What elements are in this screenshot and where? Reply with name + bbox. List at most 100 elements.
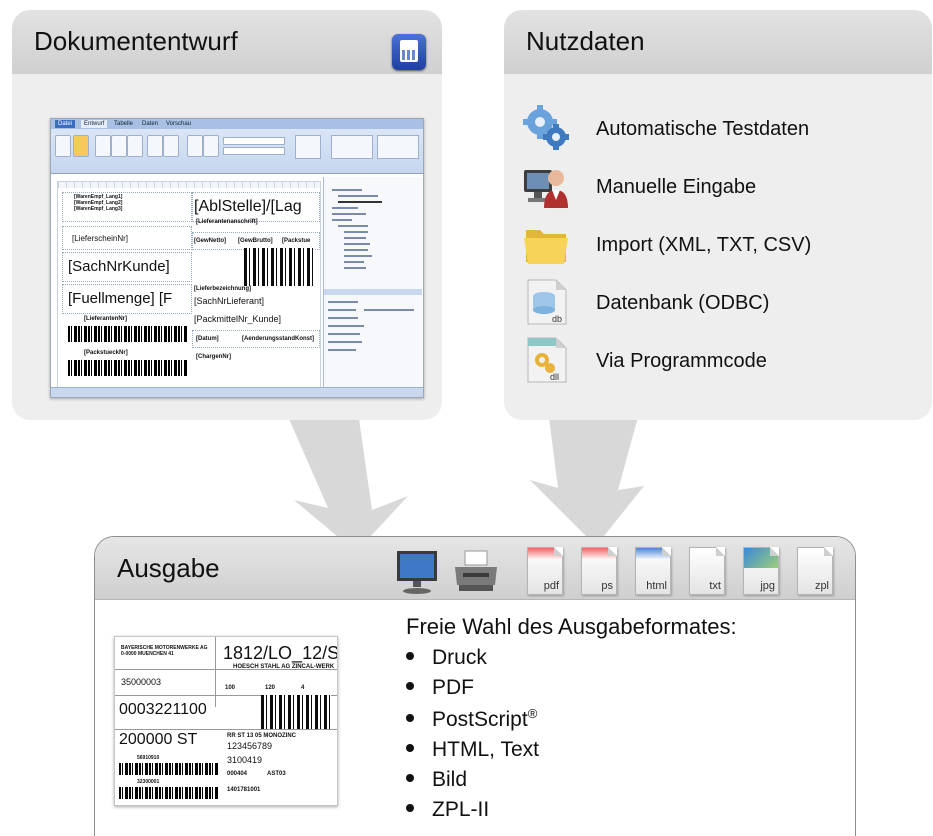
- field-packstue: [Packstue: [282, 238, 311, 244]
- field-waren-empf: [WarenEmpf_Lang1] [WarenEmpf_Lang2] [War…: [74, 194, 123, 212]
- field-packmittel: [PackmittelNr_Kunde]: [194, 314, 282, 324]
- data-item-label: Datenbank (ODBC): [596, 292, 770, 314]
- field-gew-brutto: [GewBrutto]: [238, 238, 273, 244]
- jpg-ext: jpg: [760, 580, 775, 592]
- arrow-doc-to-output: [286, 412, 408, 552]
- label-bc2: 32300001: [137, 779, 160, 785]
- txt-ext: txt: [709, 580, 721, 592]
- designer-tab-preview: Vorschau: [166, 121, 192, 127]
- label-preview: BAYERISCHE MOTORENWERKE AG 0-0000 MUENCH…: [114, 636, 338, 806]
- calculator-icon: [392, 34, 426, 70]
- field-abl-stelle: [AblStelle]/[Lag: [194, 198, 302, 215]
- field-fuellmenge: [Fuellmenge] [F: [68, 290, 173, 307]
- data-item-database: db Datenbank (ODBC): [522, 278, 922, 330]
- label-d1: 000404: [227, 771, 248, 777]
- field-gew-netto: [GewNetto]: [194, 238, 226, 244]
- zpl-ext: zpl: [814, 580, 829, 592]
- designer-status-bar: [51, 387, 423, 397]
- ps-file-icon: ps: [577, 547, 619, 597]
- designer-tab-data: Daten: [142, 121, 159, 127]
- field-aenderung: [AenderungsstandKonst]: [242, 336, 314, 342]
- field-datum: [Datum]: [196, 336, 219, 342]
- gears-icon: [523, 105, 569, 150]
- monitor-icon: [397, 551, 437, 594]
- user-computer-icon: [524, 170, 568, 208]
- field-lieferbezeichnung: [Lieferbezeichnung]: [194, 286, 252, 292]
- document-design-title: Dokumententwurf: [34, 26, 238, 56]
- document-design-panel: Dokumententwurf Datei Entwurf Tabelle Da…: [12, 10, 442, 420]
- field-packstueck-nr: [PackstueckNr]: [84, 350, 128, 356]
- user-data-title: Nutzdaten: [526, 26, 645, 56]
- data-item-program-code: dll Via Programmcode: [522, 336, 922, 388]
- data-item-label: Via Programmcode: [596, 350, 767, 372]
- label-sender: BAYERISCHE MOTORENWERKE AG 0-0000 MUENCH…: [121, 645, 208, 657]
- label-company: HOESCH STAHL AG ZINCAL-WERK: [233, 664, 335, 670]
- pdf-ext: pdf: [543, 580, 559, 592]
- jpg-file-icon: jpg: [739, 547, 781, 597]
- label-n4: 1401781001: [227, 787, 261, 793]
- label-d2: AST03: [267, 771, 286, 777]
- output-header: Ausgabe pdf ps html txt jpg zpl: [95, 537, 855, 600]
- format-item-image: Bild: [406, 768, 467, 792]
- ps-ext: ps: [601, 580, 613, 592]
- data-item-label: Automatische Testdaten: [596, 118, 810, 140]
- field-sachnr-kunde: [SachNrKunde]: [68, 258, 170, 275]
- field-sachnr-lieferant: [SachNrLieferant]: [194, 296, 265, 306]
- designer-tab-file: Datei: [55, 120, 76, 128]
- label-n3: 3100419: [227, 755, 263, 765]
- folder-icon: [524, 230, 568, 264]
- label-w2: 120: [265, 685, 276, 691]
- designer-tab-table: Tabelle: [114, 121, 134, 127]
- label-qty: 200000 ST: [119, 731, 198, 748]
- txt-file-icon: txt: [685, 547, 727, 597]
- field-lieferant-anschrift: [Lieferantenanschrift]: [196, 219, 258, 225]
- user-data-header: Nutzdaten: [504, 10, 932, 74]
- label-2d-barcode: [261, 695, 331, 729]
- designer-barcode-1: [68, 326, 188, 342]
- database-file-icon: db: [527, 279, 567, 325]
- designer-screenshot: Datei Entwurf Tabelle Daten Vorschau [Wa…: [50, 118, 424, 398]
- format-item-postscript: PostScript®: [406, 706, 537, 732]
- printer-icon: [455, 550, 497, 591]
- label-w1: 100: [225, 685, 236, 691]
- designer-side-pane: [323, 177, 422, 389]
- label-big-num: 0003221100: [119, 701, 207, 718]
- format-item-zpl: ZPL-II: [406, 798, 489, 822]
- data-item-import: Import (XML, TXT, CSV): [522, 220, 922, 272]
- label-code: 1812/LO_12/S: [223, 643, 338, 663]
- label-desc: RR ST 13 05 MONOZINC: [227, 733, 297, 739]
- dll-file-icon: dll: [527, 337, 567, 383]
- data-item-label: Manuelle Eingabe: [596, 176, 757, 198]
- database-badge: db: [552, 314, 562, 324]
- designer-2d-barcode: [244, 248, 314, 286]
- format-item-print: Druck: [406, 646, 487, 670]
- html-file-icon: html: [631, 547, 673, 597]
- label-num1: 35000003: [121, 677, 162, 687]
- label-barcode-2: [119, 787, 219, 799]
- label-barcode-1: [119, 763, 219, 775]
- data-item-automatic-test-data: Automatische Testdaten: [522, 104, 922, 156]
- designer-barcode-2: [68, 360, 188, 376]
- designer-canvas: [WarenEmpf_Lang1] [WarenEmpf_Lang2] [War…: [57, 181, 321, 389]
- field-chargen-nr: [ChargenNr]: [196, 354, 232, 360]
- format-item-html-text: HTML, Text: [406, 738, 539, 762]
- registered-mark: ®: [527, 706, 538, 721]
- zpl-file-icon: zpl: [793, 547, 835, 597]
- label-n2: 123456789: [227, 741, 273, 751]
- pdf-file-icon: pdf: [523, 547, 565, 597]
- dll-badge: dll: [550, 372, 559, 382]
- label-w3: 4: [301, 685, 305, 691]
- format-item-pdf: PDF: [406, 676, 474, 700]
- arrow-data-to-output: [530, 410, 644, 546]
- output-heading: Freie Wahl des Ausgabeformates:: [406, 614, 737, 639]
- output-title: Ausgabe: [117, 553, 220, 583]
- designer-ribbon: Datei Entwurf Tabelle Daten Vorschau: [51, 119, 423, 174]
- field-lieferschein: [LieferscheinNr]: [72, 234, 129, 243]
- field-lieferanten-nr: [LieferantenNr]: [84, 316, 128, 322]
- data-item-label: Import (XML, TXT, CSV): [596, 234, 812, 256]
- data-item-manual-input: Manuelle Eingabe: [522, 162, 922, 214]
- html-ext: html: [646, 580, 667, 592]
- label-bc1: 56910910: [137, 755, 160, 761]
- designer-tab-design: Entwurf: [81, 120, 108, 128]
- document-design-header: Dokumententwurf: [12, 10, 442, 74]
